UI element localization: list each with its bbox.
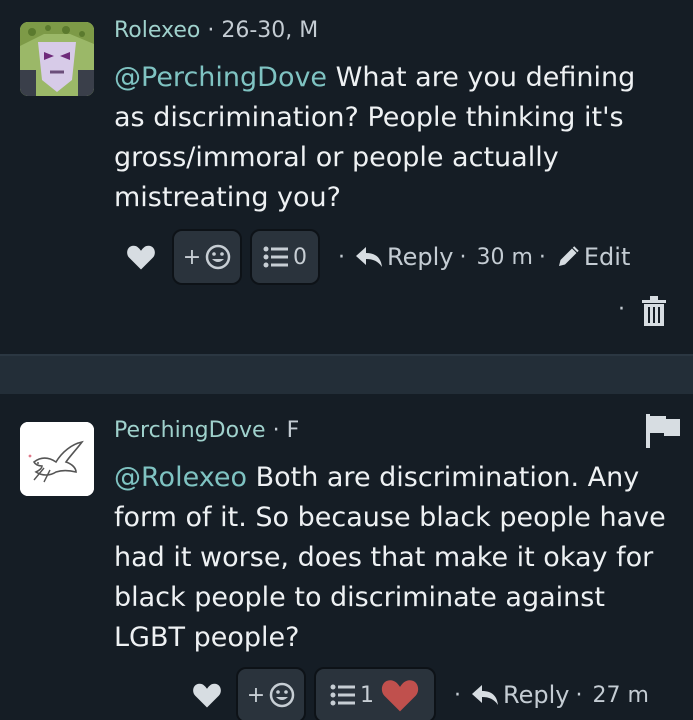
meta-separator: · bbox=[207, 18, 215, 43]
actions-separator: · bbox=[538, 244, 546, 270]
actions-separator: · bbox=[338, 244, 345, 270]
list-icon bbox=[330, 684, 355, 706]
reactions-count: 1 bbox=[360, 682, 374, 708]
actions-separator: · bbox=[575, 682, 583, 708]
reply-label: Reply bbox=[503, 681, 570, 709]
smiley-icon bbox=[205, 244, 231, 270]
add-reaction-plus: + bbox=[246, 682, 266, 708]
comment-actions: + 1 · Reply · 27 m bbox=[190, 666, 649, 720]
heart-reaction-icon bbox=[381, 680, 419, 712]
meta-separator: · bbox=[272, 418, 280, 443]
avatar-image bbox=[20, 22, 94, 96]
reply-arrow-icon bbox=[472, 685, 498, 705]
reactions-count: 0 bbox=[293, 244, 307, 270]
comment-divider bbox=[0, 354, 693, 394]
flag-icon[interactable] bbox=[646, 414, 682, 452]
add-reaction-button[interactable]: + bbox=[172, 229, 242, 285]
reply-label: Reply bbox=[387, 243, 454, 271]
author-info: F bbox=[286, 418, 300, 443]
actions-separator: · bbox=[618, 297, 625, 322]
add-reaction-button[interactable]: + bbox=[236, 667, 306, 720]
pencil-icon bbox=[558, 246, 579, 266]
trash-icon[interactable] bbox=[642, 296, 666, 330]
reactions-list-button[interactable]: 0 bbox=[250, 229, 320, 285]
dove-icon bbox=[20, 422, 94, 496]
reply-button[interactable]: Reply bbox=[471, 681, 569, 709]
avatar[interactable] bbox=[20, 22, 94, 96]
actions-separator: · bbox=[459, 244, 467, 270]
heart-icon[interactable] bbox=[190, 678, 224, 712]
comment-actions: + 0 · Reply · 30 m · Edit bbox=[124, 228, 630, 286]
comment-body: @PerchingDove What are you defining as d… bbox=[114, 58, 674, 218]
author-info: 26-30, M bbox=[221, 18, 319, 43]
comment-meta: Rolexeo · 26-30, M bbox=[114, 18, 318, 43]
add-reaction-plus: + bbox=[182, 244, 202, 270]
edit-button[interactable]: Edit bbox=[556, 243, 630, 271]
reply-arrow-icon bbox=[356, 247, 382, 267]
avatar[interactable] bbox=[20, 422, 94, 496]
comment-time: 30 m bbox=[476, 244, 533, 270]
edit-label: Edit bbox=[583, 243, 631, 271]
smiley-icon bbox=[269, 682, 295, 708]
comment-body: @Rolexeo Both are discrimination. Any fo… bbox=[114, 458, 674, 658]
list-icon bbox=[263, 246, 288, 268]
mention-link[interactable]: @PerchingDove bbox=[114, 62, 327, 93]
actions-separator: · bbox=[454, 682, 461, 708]
heart-icon[interactable] bbox=[124, 240, 158, 274]
reactions-list-button[interactable]: 1 bbox=[314, 667, 436, 720]
comment-time: 27 m bbox=[592, 682, 649, 708]
author-name[interactable]: PerchingDove bbox=[114, 418, 266, 443]
comment-meta: PerchingDove · F bbox=[114, 418, 299, 443]
author-name[interactable]: Rolexeo bbox=[114, 18, 200, 43]
reply-button[interactable]: Reply bbox=[355, 243, 453, 271]
mention-link[interactable]: @Rolexeo bbox=[114, 462, 247, 493]
